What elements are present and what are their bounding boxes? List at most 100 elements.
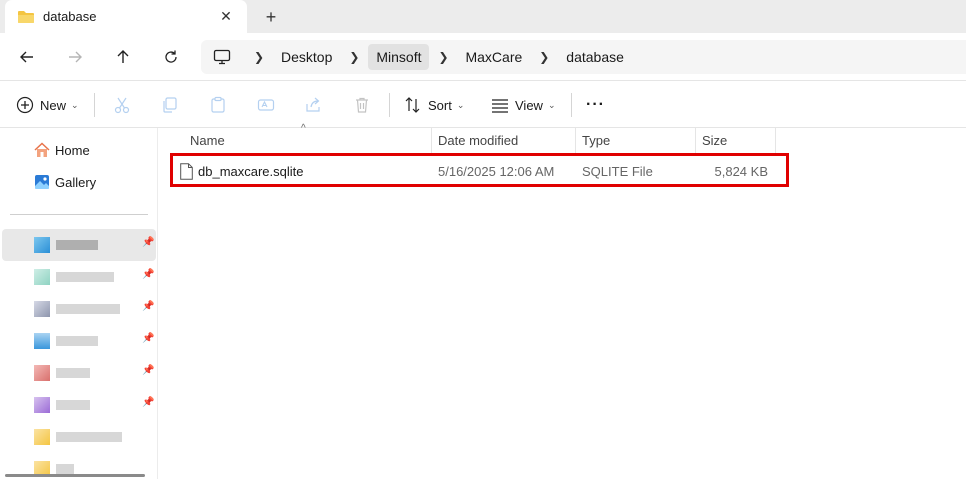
new-button[interactable]: New ⌄ <box>16 92 79 118</box>
breadcrumb-maxcare[interactable]: MaxCare <box>457 44 530 70</box>
chevron-right-icon[interactable]: ❯ <box>251 50 267 64</box>
view-button[interactable]: View ⌄ <box>491 92 556 118</box>
cut-button[interactable] <box>113 92 131 118</box>
clipboard-icon <box>211 96 225 113</box>
breadcrumb-minsoft[interactable]: Minsoft <box>368 44 430 70</box>
more-options-button[interactable]: ··· <box>586 92 605 118</box>
file-list: Name ^ Date modified Type Size db_maxcar… <box>159 123 966 479</box>
file-name[interactable]: db_maxcare.sqlite <box>198 158 304 185</box>
column-header-date[interactable]: Date modified <box>431 128 576 154</box>
list-item <box>56 368 90 378</box>
divider <box>94 93 95 117</box>
command-bar: New ⌄ Sort ⌄ View ⌄ ··· <box>0 81 966 128</box>
breadcrumb-desktop[interactable]: Desktop <box>273 44 340 70</box>
copy-button[interactable] <box>161 92 179 118</box>
chevron-right-icon[interactable]: ❯ <box>536 50 552 64</box>
navigation-pane: Home Gallery 📌 📌 📌 📌 📌 📌 <box>0 128 158 479</box>
sort-label: Sort <box>428 97 452 113</box>
file-icon <box>180 163 193 180</box>
sidebar-item-quick-access[interactable]: 📌 <box>2 389 156 421</box>
folder-icon <box>18 10 34 23</box>
arrow-right-icon[interactable] <box>61 43 89 71</box>
list-view-icon <box>492 99 508 113</box>
pin-icon[interactable]: 📌 <box>142 333 154 344</box>
address-row: ❯ Desktop ❯ Minsoft ❯ MaxCare ❯ database <box>0 33 966 81</box>
chevron-right-icon[interactable]: ❯ <box>346 50 362 64</box>
sidebar-item-gallery[interactable]: Gallery <box>34 171 96 193</box>
list-item <box>56 240 98 250</box>
tab-database[interactable]: database ✕ <box>5 0 247 33</box>
scissors-icon <box>114 97 130 114</box>
folder-icon <box>34 301 50 317</box>
pin-icon[interactable]: 📌 <box>142 365 154 376</box>
gallery-icon <box>35 175 49 189</box>
sidebar-item-home[interactable]: Home <box>34 139 90 161</box>
chevron-up-icon: ^ <box>301 123 306 134</box>
rename-button[interactable] <box>257 92 275 118</box>
file-size: 5,824 KB <box>714 164 769 179</box>
chevron-down-icon: ⌄ <box>547 99 556 110</box>
view-label: View <box>515 97 543 113</box>
share-icon <box>306 97 320 112</box>
folder-icon <box>34 397 50 413</box>
breadcrumb-database[interactable]: database <box>558 44 632 70</box>
new-label: New <box>40 97 67 113</box>
column-header-name[interactable]: Name <box>183 128 432 154</box>
sidebar-item-label: Gallery <box>55 174 97 190</box>
list-item <box>56 304 120 314</box>
paste-button[interactable] <box>209 92 227 118</box>
close-icon[interactable]: ✕ <box>217 7 235 25</box>
delete-button[interactable] <box>353 92 371 118</box>
sidebar-item-quick-access[interactable]: 📌 <box>2 325 156 357</box>
horizontal-scrollbar[interactable] <box>5 474 145 477</box>
arrow-left-icon[interactable] <box>13 43 41 71</box>
title-bar: database ✕ + <box>0 0 966 33</box>
file-date-modified: 5/16/2025 12:06 AM <box>438 164 555 179</box>
pin-icon[interactable]: 📌 <box>142 269 154 280</box>
pin-icon[interactable]: 📌 <box>142 237 154 248</box>
arrow-up-icon[interactable] <box>109 43 137 71</box>
folder-icon <box>34 365 50 381</box>
sidebar-item-label: Home <box>55 142 90 158</box>
table-row[interactable]: db_maxcare.sqlite 5/16/2025 12:06 AM SQL… <box>173 158 787 185</box>
sidebar-item-quick-access[interactable] <box>2 421 156 453</box>
chevron-right-icon[interactable]: ❯ <box>435 50 451 64</box>
sidebar-item-quick-access[interactable]: 📌 <box>2 357 156 389</box>
chevron-down-icon: ⌄ <box>456 99 465 110</box>
plus-icon <box>16 96 34 114</box>
address-bar[interactable]: ❯ Desktop ❯ Minsoft ❯ MaxCare ❯ database <box>201 40 966 74</box>
sidebar-item-quick-access[interactable]: 📌 <box>2 261 156 293</box>
trash-icon <box>356 97 368 113</box>
rename-icon <box>257 99 275 111</box>
sort-icon <box>405 97 420 113</box>
tab-title: database <box>43 9 97 24</box>
chevron-down-icon: ⌄ <box>71 99 79 110</box>
divider <box>571 93 572 117</box>
folder-icon <box>34 333 50 349</box>
column-header-type[interactable]: Type <box>575 128 696 154</box>
copy-icon <box>163 97 177 113</box>
list-item <box>56 336 98 346</box>
sort-button[interactable]: Sort ⌄ <box>404 92 464 118</box>
plus-icon[interactable]: + <box>260 6 282 28</box>
share-button[interactable] <box>305 92 323 118</box>
sidebar-item-quick-access[interactable]: 📌 <box>2 293 156 325</box>
pin-icon[interactable]: 📌 <box>142 397 154 408</box>
home-icon <box>34 142 50 157</box>
divider <box>10 214 148 215</box>
divider <box>389 93 390 117</box>
column-header-row: Name ^ Date modified Type Size <box>159 123 966 154</box>
pin-icon[interactable]: 📌 <box>142 301 154 312</box>
list-item <box>56 464 74 474</box>
file-type: SQLITE File <box>582 164 653 179</box>
folder-icon <box>34 429 50 445</box>
folder-icon <box>34 269 50 285</box>
folder-icon <box>34 237 50 253</box>
refresh-icon[interactable] <box>157 43 185 71</box>
column-header-size[interactable]: Size <box>695 128 776 154</box>
list-item <box>56 400 90 410</box>
list-item <box>56 272 114 282</box>
list-item <box>56 432 122 442</box>
monitor-icon <box>213 49 231 65</box>
sidebar-item-quick-access[interactable]: 📌 <box>2 229 156 261</box>
